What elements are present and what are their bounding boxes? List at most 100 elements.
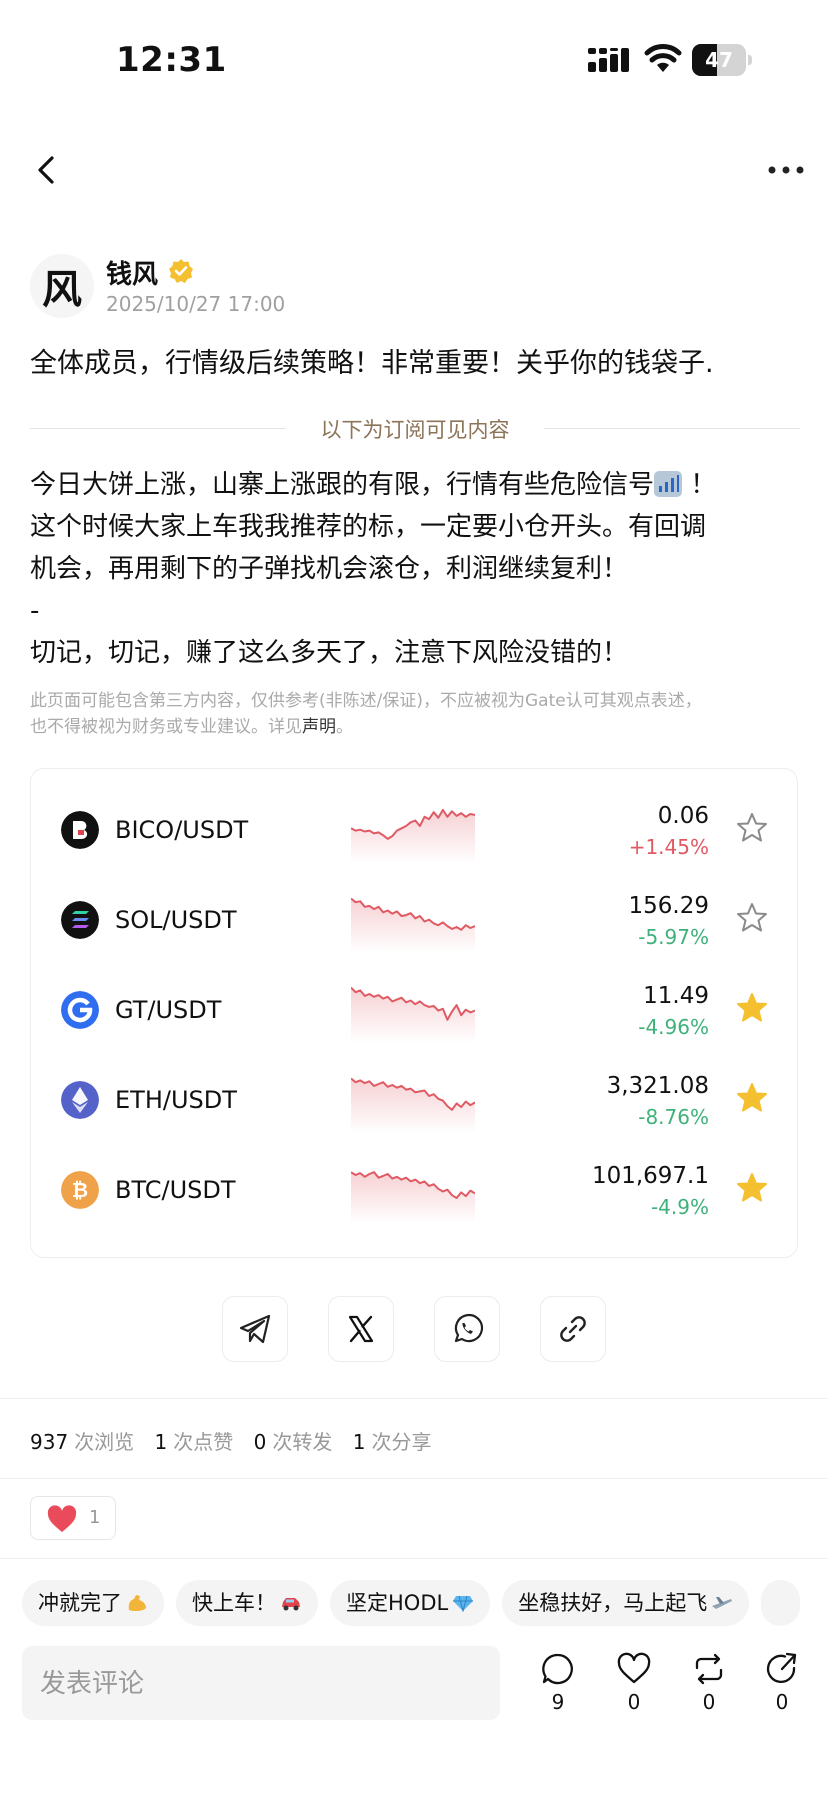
post-line-5: 切记，切记，赚了这么多天了，注意下风险没错的！ xyxy=(30,638,629,668)
separator xyxy=(0,1478,828,1479)
bico-coin-icon xyxy=(61,811,99,849)
back-arrow-icon[interactable] xyxy=(30,152,64,188)
market-row[interactable]: ₿ BTC/USDT 101,697.1 -4.9% xyxy=(31,1147,799,1237)
star-filled-icon[interactable] xyxy=(735,1081,769,1115)
post-body: 今日大饼上涨，山寨上涨跟的有限，行情有些危险信号 ！ 这个时候大家上车我我推荐的… xyxy=(30,464,800,674)
market-card: BICO/USDT 0.06 +1.45% SOL/USDT 156.29 -5.97% G… xyxy=(30,768,798,1258)
bar-chart-emoji-icon xyxy=(654,471,683,497)
btc-coin-icon: ₿ xyxy=(61,1171,99,1209)
sparkline-chart xyxy=(351,808,475,863)
quick-reply-chip[interactable]: 快上车！ xyxy=(176,1580,318,1626)
sparkline-chart xyxy=(351,897,475,953)
battery-icon: 47 xyxy=(692,44,752,76)
telegram-share-button[interactable] xyxy=(222,1296,288,1362)
pair-name: BTC/USDT xyxy=(115,1176,236,1204)
gt-coin-icon xyxy=(61,991,99,1029)
avatar[interactable]: 风 xyxy=(30,254,94,318)
repost-count: 0 xyxy=(702,1690,716,1714)
star-outline-icon[interactable] xyxy=(735,811,769,845)
comment-icon xyxy=(542,1653,573,1685)
share-button[interactable]: 0 xyxy=(756,1652,808,1724)
svg-text:₿: ₿ xyxy=(72,1178,88,1202)
market-row[interactable]: GT/USDT 11.49 -4.96% xyxy=(31,967,799,1057)
separator xyxy=(0,1558,828,1559)
pair-name: ETH/USDT xyxy=(115,1086,237,1114)
sparkline-area xyxy=(351,809,475,863)
likes-count: 1 xyxy=(154,1430,168,1454)
x-icon xyxy=(348,1315,374,1343)
post-stats: 937 次浏览 1 次点赞 0 次转发 1 次分享 xyxy=(30,1430,432,1454)
link-icon xyxy=(560,1316,586,1342)
sol-coin-icon xyxy=(61,901,99,939)
author-header: 风 钱风 2025/10/27 17:00 xyxy=(30,250,800,320)
post-line-2: 这个时候大家上车我我推荐的标，一定要小仓开头。有回调 xyxy=(30,512,707,542)
price-change: -8.76% xyxy=(638,1105,709,1129)
price-change: -5.97% xyxy=(638,925,709,949)
star-filled-icon[interactable] xyxy=(735,991,769,1025)
comment-input[interactable] xyxy=(22,1646,500,1720)
disclaimer-link[interactable]: 声明 xyxy=(302,717,336,737)
share-row xyxy=(0,1296,828,1366)
post-line-1: 今日大饼上涨，山寨上涨跟的有限，行情有些危险信号 xyxy=(30,470,655,500)
x-share-button[interactable] xyxy=(328,1296,394,1362)
quick-reply-chip[interactable]: 坚定HODL xyxy=(330,1580,491,1626)
repost-button[interactable]: 0 xyxy=(683,1652,735,1724)
price: 156.29 xyxy=(628,893,709,919)
sparkline-chart xyxy=(351,986,475,1043)
author-name[interactable]: 钱风 xyxy=(106,254,158,291)
more-options-icon[interactable] xyxy=(766,158,806,182)
quick-reply-chip[interactable] xyxy=(761,1580,800,1626)
battery-level: 47 xyxy=(705,48,733,72)
pair-name: BICO/USDT xyxy=(115,816,249,844)
reposts-count: 0 xyxy=(253,1430,267,1454)
price: 11.49 xyxy=(643,983,709,1009)
sparkline-chart xyxy=(351,1171,475,1223)
price: 0.06 xyxy=(657,803,709,829)
reaction-count: 1 xyxy=(89,1507,101,1528)
eth-coin-icon xyxy=(61,1081,99,1119)
separator xyxy=(0,1398,828,1399)
price: 3,321.08 xyxy=(606,1073,709,1099)
verified-badge-icon xyxy=(169,259,193,283)
market-row[interactable]: SOL/USDT 156.29 -5.97% xyxy=(31,877,799,967)
cellular-signal-icon xyxy=(588,48,629,72)
status-bar: 12:31 47 xyxy=(0,0,828,120)
wifi-icon xyxy=(644,44,682,72)
share-count: 0 xyxy=(775,1690,789,1714)
subscription-label: 以下为订阅可见内容 xyxy=(320,418,510,442)
nav-bar xyxy=(0,140,828,200)
quick-reply-chips: 冲就完了 快上车！ 坚定HODL 坐稳扶好，马上起飞 xyxy=(22,1580,828,1626)
heart-outline-icon xyxy=(617,1652,651,1684)
like-count: 0 xyxy=(627,1690,641,1714)
post-line-4: - xyxy=(30,596,40,626)
share-icon xyxy=(766,1652,797,1683)
market-row[interactable]: ETH/USDT 3,321.08 -8.76% xyxy=(31,1057,799,1147)
muscle-emoji-icon xyxy=(128,1595,146,1612)
like-button[interactable]: 0 xyxy=(608,1652,660,1724)
disclaimer: 此页面可能包含第三方内容，仅供参考(非陈述/保证)，不应被视为Gate认可其观点… xyxy=(30,691,702,737)
quick-reply-chip[interactable]: 冲就完了 xyxy=(22,1580,164,1626)
whatsapp-share-button[interactable] xyxy=(434,1296,500,1362)
shares-count: 1 xyxy=(352,1430,366,1454)
whatsapp-icon xyxy=(454,1314,483,1343)
post-date: 2025/10/27 17:00 xyxy=(106,292,286,316)
comment-button[interactable]: 9 xyxy=(532,1652,584,1724)
airplane-emoji-icon xyxy=(712,1597,733,1609)
price-change: +1.45% xyxy=(628,835,709,859)
views-count: 937 xyxy=(30,1430,69,1454)
status-time: 12:31 xyxy=(116,40,227,80)
post-title: 全体成员，行情级后续策略！非常重要！关乎你的钱袋子. xyxy=(30,348,714,379)
pair-name: SOL/USDT xyxy=(115,906,237,934)
post-line-3: 机会，再用剩下的子弹找机会滚仓，利润继续复利！ xyxy=(30,554,629,584)
star-outline-icon[interactable] xyxy=(735,901,769,935)
price: 101,697.1 xyxy=(591,1163,709,1189)
telegram-icon xyxy=(239,1314,271,1344)
pair-name: GT/USDT xyxy=(115,996,222,1024)
diamond-emoji-icon xyxy=(453,1595,474,1612)
heart-reaction-button[interactable]: 1 xyxy=(30,1496,116,1540)
market-row[interactable]: BICO/USDT 0.06 +1.45% xyxy=(31,787,799,877)
copy-link-button[interactable] xyxy=(540,1296,606,1362)
subscription-divider: 以下为订阅可见内容 xyxy=(30,410,800,446)
quick-reply-chip[interactable]: 坐稳扶好，马上起飞 xyxy=(502,1580,750,1626)
star-filled-icon[interactable] xyxy=(735,1171,769,1205)
